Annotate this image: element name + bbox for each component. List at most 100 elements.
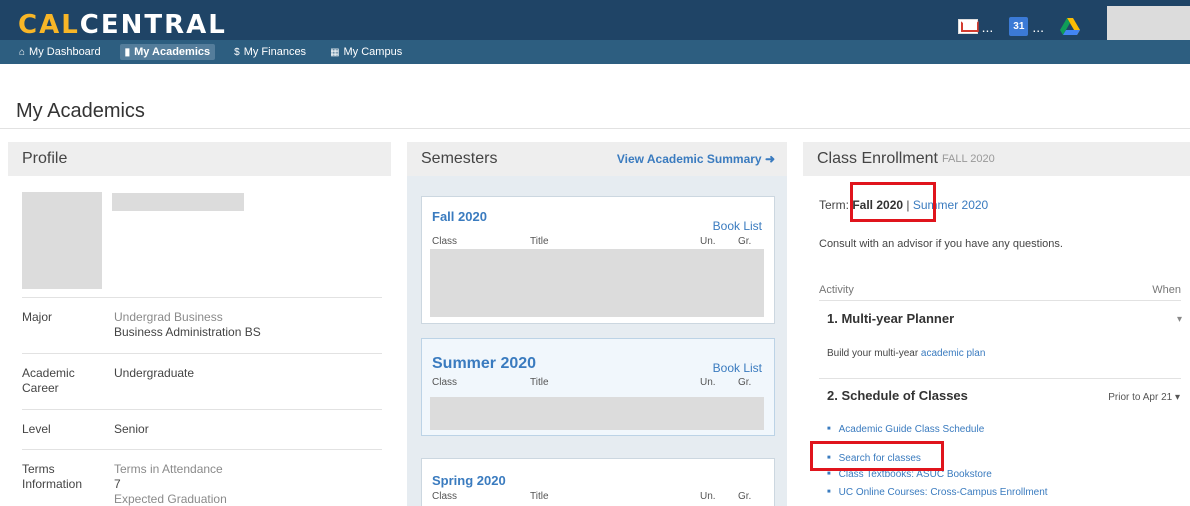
view-academic-summary-label: View Academic Summary <box>616 152 762 166</box>
col-title: Title <box>530 491 549 502</box>
terms-label: Terms Information <box>22 462 83 491</box>
dollar-icon: $ <box>234 46 240 58</box>
calendar-button[interactable]: 31 ... <box>1009 17 1044 36</box>
nav-my-finances[interactable]: $ My Finances <box>229 44 311 60</box>
step1-description: Build your multi-year academic plan <box>827 348 985 359</box>
page-title: My Academics <box>16 100 145 122</box>
semester-card-fall-2020: Fall 2020 Book List Class Title Un. Gr. <box>421 196 775 324</box>
profile-panel: Profile Major Undergrad Business Busines… <box>8 142 391 506</box>
drive-button[interactable] <box>1060 17 1080 36</box>
activity-label: Activity <box>819 284 854 296</box>
col-class: Class <box>432 491 458 502</box>
col-units: Un. <box>700 491 716 502</box>
divider <box>0 128 1190 129</box>
col-title: Title <box>530 377 549 388</box>
step-schedule-of-classes[interactable]: 2. Schedule of Classes <box>827 388 968 403</box>
term-label: Term: <box>819 198 849 212</box>
highlight-search-for-classes <box>810 441 944 471</box>
when-label: When <box>1152 284 1181 296</box>
campus-icon: ▦ <box>330 46 340 58</box>
home-icon: ⌂ <box>19 46 26 58</box>
col-grade: Gr. <box>738 491 752 502</box>
nav-label: My Campus <box>343 46 403 58</box>
career-value: Undergraduate <box>114 366 195 380</box>
divider <box>819 300 1181 301</box>
calendar-icon: 31 <box>1009 17 1029 36</box>
nav-my-campus[interactable]: ▦ My Campus <box>325 44 407 60</box>
step2-when-text: Prior to Apr 21 <box>1108 392 1173 403</box>
class-list-redacted <box>430 397 764 430</box>
highlight-fall-2020 <box>850 182 936 222</box>
calcentral-logo[interactable]: CALCENTRAL <box>18 10 227 40</box>
semesters-title: Semesters <box>421 150 498 167</box>
header-icons: ... 31 ... <box>957 17 1080 36</box>
profile-row-level: Level Senior <box>22 409 382 449</box>
enrollment-term-tag: FALL 2020 <box>941 153 995 165</box>
chevron-down-icon[interactable]: ▾ <box>1175 392 1180 403</box>
col-units: Un. <box>700 377 716 388</box>
profile-photo <box>22 192 102 289</box>
profile-header: Profile <box>8 142 391 176</box>
academic-plan-link[interactable]: academic plan <box>921 348 985 359</box>
terms-value: Terms in Attendance 7 Expected Graduatio… <box>114 462 364 506</box>
academic-guide-link[interactable]: Academic Guide Class Schedule <box>827 424 985 435</box>
step1-text: Build your multi-year <box>827 348 921 359</box>
col-class: Class <box>432 377 458 388</box>
semester-title[interactable]: Spring 2020 <box>432 473 506 488</box>
chevron-down-icon[interactable]: ▾ <box>1177 314 1182 325</box>
major-value: Undergrad Business Business Administrati… <box>114 310 364 340</box>
career-label: Academic Career <box>22 366 75 395</box>
book-list-link[interactable]: Book List <box>713 219 762 233</box>
calendar-count: ... <box>1032 18 1044 35</box>
book-list-link[interactable]: Book List <box>713 361 762 375</box>
advisor-note: Consult with an advisor if you have any … <box>819 238 1063 250</box>
profile-row-terms: Terms Information Terms in Attendance 7 … <box>22 449 382 506</box>
semester-title[interactable]: Fall 2020 <box>432 209 487 224</box>
major-label: Major <box>22 310 53 324</box>
nav-my-academics[interactable]: ▮ My Academics <box>119 44 216 60</box>
semester-card-summer-2020: Summer 2020 Book List Class Title Un. Gr… <box>421 338 775 436</box>
step-multi-year-planner[interactable]: 1. Multi-year Planner <box>827 311 954 326</box>
col-units: Un. <box>700 236 716 247</box>
uc-online-courses-link[interactable]: UC Online Courses: Cross-Campus Enrollme… <box>827 487 1048 498</box>
step2-when: Prior to Apr 21 ▾ <box>1108 392 1180 403</box>
arrow-right-icon: ➜ <box>764 152 775 166</box>
col-grade: Gr. <box>738 236 752 247</box>
logo-cal-text: CAL <box>18 10 80 40</box>
level-label: Level <box>22 422 51 436</box>
student-name-redacted <box>112 193 244 211</box>
book-icon: ▮ <box>124 46 131 58</box>
nav-my-dashboard[interactable]: ⌂ My Dashboard <box>14 44 106 60</box>
view-academic-summary-link[interactable]: View Academic Summary ➜ <box>617 152 775 166</box>
expected-graduation-label: Expected Graduation <box>114 492 227 506</box>
class-list-redacted <box>430 249 764 317</box>
logo-central-text: CENTRAL <box>79 10 227 40</box>
enrollment-header: Class Enrollment FALL 2020 <box>803 142 1190 176</box>
major-program: Business Administration BS <box>114 325 261 339</box>
header-search-area[interactable] <box>1107 6 1190 40</box>
google-drive-icon <box>1060 17 1080 35</box>
mail-button[interactable]: ... <box>957 18 994 35</box>
level-value: Senior <box>114 422 149 436</box>
semesters-panel: Semesters View Academic Summary ➜ Fall 2… <box>407 142 787 506</box>
profile-row-career: Academic Career Undergraduate <box>22 353 382 409</box>
nav-label: My Dashboard <box>29 46 101 58</box>
col-class: Class <box>432 236 458 247</box>
profile-row-major: Major Undergrad Business Business Admini… <box>22 297 382 353</box>
semesters-list: Fall 2020 Book List Class Title Un. Gr. … <box>407 176 787 506</box>
nav-label: My Finances <box>243 46 307 58</box>
terms-attendance-label: Terms in Attendance <box>114 462 223 476</box>
enrollment-title: Class Enrollment <box>817 150 938 167</box>
semester-card-spring-2020: Spring 2020 Class Title Un. Gr. <box>421 458 775 506</box>
nav-label: My Academics <box>134 46 211 58</box>
major-college: Undergrad Business <box>114 310 223 324</box>
mail-count: ... <box>981 18 994 35</box>
terms-attendance-count: 7 <box>114 477 121 491</box>
divider <box>819 378 1181 379</box>
col-title: Title <box>530 236 549 247</box>
activity-header: Activity When <box>819 284 1181 296</box>
gmail-icon <box>957 19 978 34</box>
semester-title[interactable]: Summer 2020 <box>432 355 536 373</box>
main-nav: ⌂ My Dashboard ▮ My Academics $ My Finan… <box>0 40 1190 64</box>
col-grade: Gr. <box>738 377 752 388</box>
